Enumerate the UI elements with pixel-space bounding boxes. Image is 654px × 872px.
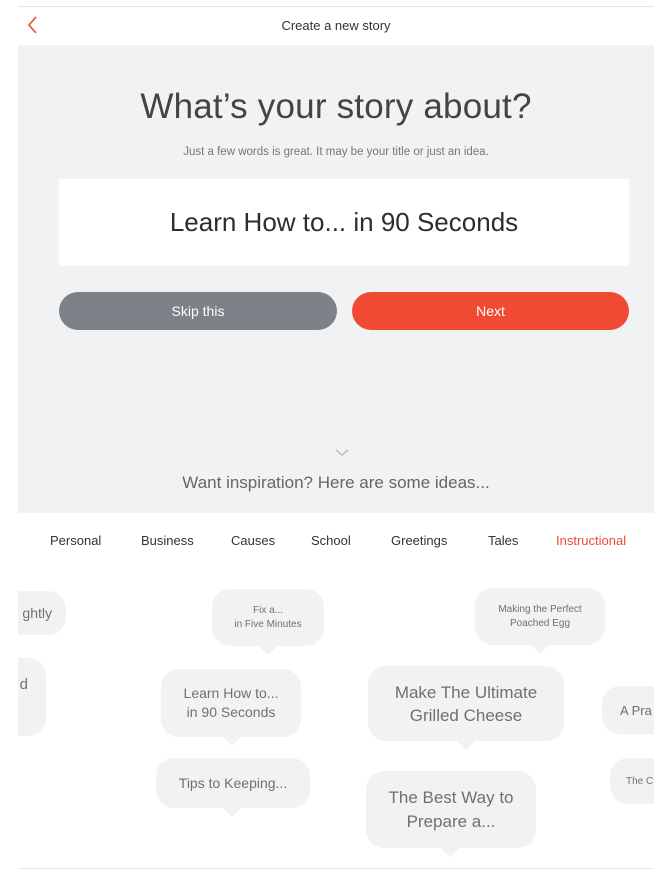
prompt-subheading: Just a few words is great. It may be you…: [183, 146, 489, 158]
next-button[interactable]: Next: [352, 292, 629, 330]
bubble-tail: [457, 741, 475, 750]
bottom-divider: [18, 868, 654, 869]
idea-bubble[interactable]: d: [18, 658, 46, 736]
bubble-tail: [531, 645, 549, 654]
skip-button[interactable]: Skip this: [59, 292, 337, 330]
top-bar: Create a new story: [18, 6, 654, 46]
idea-bubble[interactable]: A Pra: [602, 686, 654, 734]
idea-bubble[interactable]: Make The Ultimate Grilled Cheese: [368, 666, 564, 741]
story-prompt-panel: What’s your story about? Just a few word…: [18, 45, 654, 513]
idea-bubble[interactable]: Making the Perfect Poached Egg: [475, 588, 605, 645]
tab-business[interactable]: Business: [141, 533, 194, 548]
tab-school[interactable]: School: [311, 533, 351, 548]
bubble-tail: [223, 737, 241, 746]
bubble-tail: [223, 808, 241, 817]
chevron-down-icon[interactable]: [334, 448, 350, 458]
bubble-tail: [259, 646, 277, 655]
idea-bubble[interactable]: Fix a... in Five Minutes: [212, 589, 324, 646]
prompt-heading: What’s your story about?: [140, 87, 532, 126]
tab-greetings[interactable]: Greetings: [391, 533, 447, 548]
page-title: Create a new story: [281, 18, 391, 33]
idea-bubble[interactable]: The Best Way to Prepare a...: [366, 771, 536, 848]
app-frame: Create a new story What’s your story abo…: [18, 0, 654, 872]
idea-bubble[interactable]: ghtly: [18, 591, 66, 635]
tab-tales[interactable]: Tales: [488, 533, 518, 548]
category-tabs: Personal Business Causes School Greeting…: [18, 520, 654, 560]
idea-bubble[interactable]: Tips to Keeping...: [156, 758, 310, 808]
idea-bubble[interactable]: Learn How to... in 90 Seconds: [161, 669, 301, 737]
tab-instructional[interactable]: Instructional: [556, 533, 626, 548]
idea-bubble[interactable]: The C: [610, 758, 654, 804]
inspiration-text: Want inspiration? Here are some ideas...: [182, 473, 490, 492]
tab-causes[interactable]: Causes: [231, 533, 275, 548]
tab-personal[interactable]: Personal: [50, 533, 101, 548]
story-title-input[interactable]: [59, 179, 629, 266]
bubble-tail: [441, 848, 459, 857]
